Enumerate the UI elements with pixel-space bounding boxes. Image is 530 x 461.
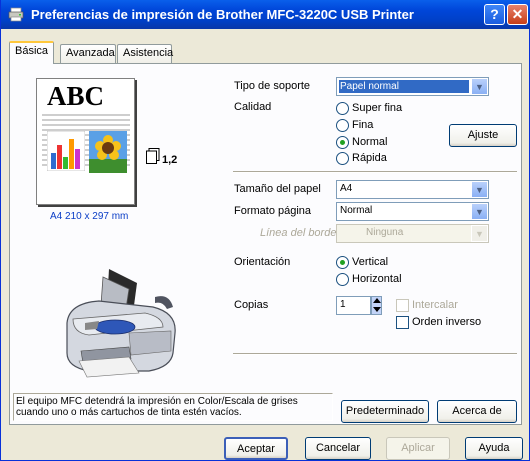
page-preview: ABC [36, 78, 135, 205]
quality-normal-label[interactable]: Normal [352, 136, 387, 148]
window-title: Preferencias de impresión de Brother MFC… [31, 7, 414, 22]
quality-fine-radio[interactable] [336, 119, 349, 132]
media-type-value: Papel normal [339, 80, 469, 93]
quality-fast-label[interactable]: Rápida [352, 152, 387, 164]
collate-label: Intercalar [412, 299, 458, 311]
quality-super-fine-label[interactable]: Super fina [352, 102, 402, 114]
border-line-value: Ninguna [366, 227, 404, 238]
paper-size-label: Tamaño del papel [234, 183, 321, 195]
printer-image [66, 269, 176, 378]
page-format-select[interactable]: Normal ▼ [336, 202, 489, 221]
chevron-down-icon[interactable]: ▼ [471, 181, 488, 198]
quality-super-fine-radio[interactable] [336, 102, 349, 115]
media-type-label: Tipo de soporte [234, 80, 310, 92]
media-type-label-text: Tipo de soporte [234, 80, 311, 92]
divider-2 [233, 353, 517, 355]
pages-label: 1,2 [162, 154, 178, 166]
reverse-order-label[interactable]: Orden inverso [412, 316, 481, 328]
adjust-button[interactable]: Ajuste [449, 124, 517, 147]
about-button[interactable]: Acerca de [437, 400, 517, 423]
paper-size-caption: A4 210 x 297 mm [50, 211, 129, 222]
page-format-value: Normal [340, 205, 373, 216]
border-line-select: Ninguna ▼ [336, 224, 489, 243]
info-box: El equipo MFC detendrá la impresión en C… [13, 393, 333, 421]
pages-icon [146, 148, 160, 164]
preview-chart-image [47, 131, 85, 171]
tab-avanzada[interactable]: Avanzada [60, 44, 116, 63]
help-title-button[interactable]: ? [484, 4, 505, 25]
ok-button[interactable]: Aceptar [224, 437, 288, 460]
spin-down-icon[interactable] [373, 307, 381, 312]
chevron-down-icon: ▼ [471, 225, 488, 242]
page-format-label: Formato página [234, 205, 312, 217]
apply-button: Aplicar [386, 437, 450, 460]
default-button[interactable]: Predeterminado [341, 400, 429, 423]
chevron-down-icon[interactable]: ▼ [471, 203, 488, 220]
preview-abc-text: ABC [47, 81, 105, 111]
orientation-vertical-label[interactable]: Vertical [352, 256, 388, 268]
media-type-select[interactable]: Papel normal ▼ [336, 77, 489, 96]
info-text-line2: cuando uno o más cartuchos de tinta esté… [16, 407, 242, 418]
preview-sunflower-image [89, 131, 127, 173]
divider-1 [233, 171, 517, 173]
help-button[interactable]: Ayuda [465, 437, 523, 460]
orientation-vertical-radio[interactable] [336, 256, 349, 269]
collate-checkbox [396, 299, 409, 312]
close-button[interactable]: ✕ [507, 4, 528, 25]
reverse-order-checkbox[interactable] [396, 316, 409, 329]
copies-spinner[interactable] [371, 296, 382, 315]
quality-fine-label[interactable]: Fina [352, 119, 373, 131]
quality-fast-radio[interactable] [336, 152, 349, 165]
copies-input[interactable]: 1 [336, 296, 371, 315]
orientation-label: Orientación [234, 256, 291, 268]
orientation-horizontal-radio[interactable] [336, 273, 349, 286]
spin-up-icon[interactable] [373, 298, 381, 303]
copies-value: 1 [340, 299, 346, 310]
tab-basica[interactable]: Básica [9, 41, 55, 64]
paper-size-select[interactable]: A4 ▼ [336, 180, 489, 199]
cancel-button[interactable]: Cancelar [305, 437, 371, 460]
paper-size-value: A4 [340, 183, 353, 194]
quality-normal-radio[interactable] [336, 136, 349, 149]
tab-asistencia[interactable]: Asistencia [117, 44, 173, 63]
copies-label: Copias [234, 299, 269, 311]
chevron-down-icon[interactable]: ▼ [471, 78, 488, 95]
printer-app-icon [8, 7, 24, 22]
dialog-window: Preferencias de impresión de Brother MFC… [0, 0, 530, 461]
title-bar[interactable]: Preferencias de impresión de Brother MFC… [1, 0, 530, 29]
orientation-horizontal-label[interactable]: Horizontal [352, 273, 402, 285]
quality-label: Calidad [234, 101, 272, 113]
border-line-label: Línea del borde [260, 227, 337, 239]
info-text-line1: El equipo MFC detendrá la impresión en C… [16, 396, 298, 407]
